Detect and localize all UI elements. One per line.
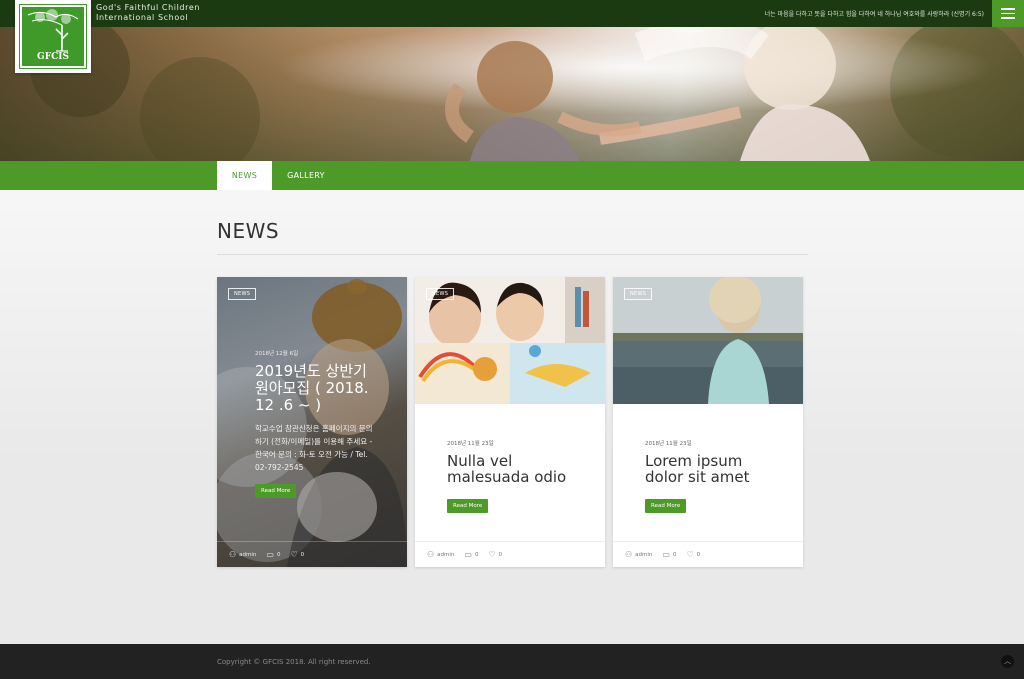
post-excerpt: 학교수업 참관신청은 홈페이지의 문의하기 (전화/이메일)를 이용해 주세요 … bbox=[255, 424, 373, 472]
post-card[interactable]: NEWS 2018년 11월 23일 Lorem ipsum dolor sit… bbox=[613, 277, 803, 567]
footer: Copyright © GFCIS 2018. All right reserv… bbox=[0, 644, 1024, 679]
post-date: 2018년 11월 23일 bbox=[645, 441, 692, 447]
user-icon: ⚇ bbox=[625, 549, 633, 559]
post-title[interactable]: Nulla vel malesuada odio bbox=[447, 453, 587, 485]
read-more-button[interactable]: Read More bbox=[645, 499, 687, 513]
heart-icon: ♡ bbox=[488, 549, 496, 559]
post-date: 2018년 12월 6일 bbox=[255, 351, 299, 357]
post-card[interactable]: NEWS 2018년 12월 6일 2019년도 상반기 원아모집 ( 2018… bbox=[217, 277, 407, 567]
heart-icon: ♡ bbox=[686, 549, 694, 559]
logo-emblem: GFCIS bbox=[19, 4, 87, 69]
post-card[interactable]: NEWS 2018년 11월 23일 Nulla vel malesuada o… bbox=[415, 277, 605, 567]
top-bar: God's Faithful Children International Sc… bbox=[0, 0, 1024, 27]
post-likes[interactable]: ♡ 0 bbox=[488, 549, 502, 559]
category-badge[interactable]: NEWS bbox=[624, 288, 653, 300]
school-name[interactable]: God's Faithful Children International Sc… bbox=[96, 3, 200, 23]
post-title[interactable]: 2019년도 상반기 원아모집 ( 2018. 12 .6 ~ ) bbox=[255, 363, 375, 414]
post-author[interactable]: ⚇ admin bbox=[427, 549, 454, 559]
post-author[interactable]: ⚇ admin bbox=[625, 549, 652, 559]
post-likes[interactable]: ♡ 0 bbox=[686, 549, 700, 559]
post-comments[interactable]: ▭ 0 bbox=[464, 549, 478, 559]
copyright-text: Copyright © GFCIS 2018. All right reserv… bbox=[217, 658, 371, 666]
read-more-button[interactable]: Read More bbox=[447, 499, 489, 513]
user-icon: ⚇ bbox=[229, 549, 237, 559]
school-name-line2: International School bbox=[96, 13, 189, 22]
post-author[interactable]: ⚇ admin bbox=[229, 549, 256, 559]
page-title: NEWS bbox=[217, 219, 280, 243]
chevron-up-icon[interactable]: ︿ bbox=[1001, 655, 1014, 668]
category-badge[interactable]: NEWS bbox=[228, 288, 257, 300]
post-likes[interactable]: ♡ 0 bbox=[290, 549, 304, 559]
logo[interactable]: GFCIS bbox=[15, 0, 91, 73]
user-icon: ⚇ bbox=[427, 549, 435, 559]
school-name-line1: God's Faithful Children bbox=[96, 3, 201, 12]
tab-bar: NEWS GALLERY bbox=[0, 161, 1024, 190]
read-more-button[interactable]: Read More bbox=[255, 484, 297, 498]
bible-verse: 너는 마음을 다하고 뜻을 다하고 힘을 다하여 네 하나님 여호와를 사랑하라… bbox=[764, 11, 984, 18]
hamburger-icon bbox=[1001, 8, 1015, 10]
post-meta: ⚇ admin ▭ 0 ♡ 0 bbox=[613, 541, 803, 567]
tab-gallery[interactable]: GALLERY bbox=[278, 161, 334, 190]
tab-news[interactable]: NEWS bbox=[217, 161, 272, 190]
post-comments[interactable]: ▭ 0 bbox=[266, 549, 280, 559]
category-badge[interactable]: NEWS bbox=[426, 288, 455, 300]
post-content: 2018년 11월 23일 Lorem ipsum dolor sit amet… bbox=[645, 439, 785, 513]
hero-photo bbox=[0, 27, 1024, 161]
heart-icon: ♡ bbox=[290, 549, 298, 559]
menu-button[interactable] bbox=[992, 0, 1024, 27]
post-meta: ⚇ admin ▭ 0 ♡ 0 bbox=[217, 541, 407, 567]
post-date: 2018년 11월 23일 bbox=[447, 441, 494, 447]
hero-banner bbox=[0, 27, 1024, 161]
comment-icon: ▭ bbox=[662, 549, 670, 559]
comment-icon: ▭ bbox=[266, 549, 274, 559]
post-title[interactable]: Lorem ipsum dolor sit amet bbox=[645, 453, 785, 485]
post-comments[interactable]: ▭ 0 bbox=[662, 549, 676, 559]
heading-divider bbox=[217, 254, 808, 255]
post-content: 2018년 11월 23일 Nulla vel malesuada odio R… bbox=[447, 439, 587, 513]
logo-text: GFCIS bbox=[37, 52, 69, 62]
comment-icon: ▭ bbox=[464, 549, 472, 559]
post-content: 2018년 12월 6일 2019년도 상반기 원아모집 ( 2018. 12 … bbox=[255, 349, 375, 498]
post-meta: ⚇ admin ▭ 0 ♡ 0 bbox=[415, 541, 605, 567]
